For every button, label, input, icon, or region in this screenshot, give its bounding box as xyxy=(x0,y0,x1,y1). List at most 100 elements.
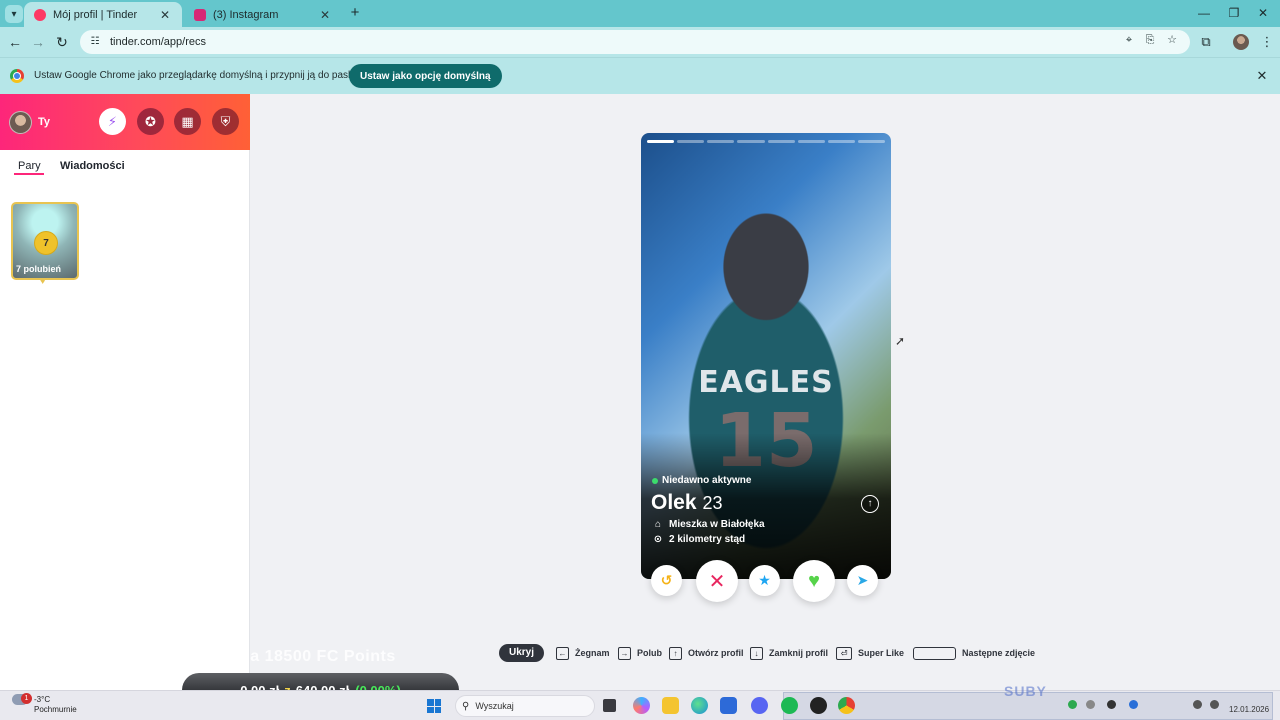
chrome-taskbar-icon[interactable] xyxy=(838,697,855,714)
tab-title: Mój profil | Tinder xyxy=(53,8,138,21)
temperature-text: -3°C xyxy=(34,695,51,704)
profile-card[interactable]: EAGLES 15 Niedawno aktywne Olek 23 ⌂ Mie… xyxy=(641,133,891,579)
likes-card[interactable]: 7 7 polubień xyxy=(11,202,79,280)
task-view-icon[interactable] xyxy=(603,699,616,712)
chrome-logo-icon xyxy=(10,69,24,83)
location-icon[interactable]: ⌖ xyxy=(1121,32,1137,48)
gold-heart-icon: ♥ xyxy=(40,276,46,286)
tab-close-icon[interactable]: ✕ xyxy=(158,8,172,22)
photo-indicator-bar[interactable] xyxy=(647,140,675,143)
profile-name: Olek xyxy=(651,491,697,514)
online-dot-icon xyxy=(652,477,658,484)
back-button[interactable]: ← xyxy=(5,32,25,52)
taskbar-date: 12.01.2026 xyxy=(1229,705,1270,714)
sidebar-header: Ty ⚡ ✪ ▦ ⛨ xyxy=(0,94,250,150)
boost-send-button[interactable]: ➤ xyxy=(847,565,878,596)
super-like-button[interactable]: ★ xyxy=(749,565,780,596)
photo-jersey-text: EAGLES xyxy=(698,365,834,400)
bookmark-star-icon[interactable]: ☆ xyxy=(1164,32,1180,48)
briefcase-icon[interactable]: ▦ xyxy=(174,108,201,135)
profile-avatar[interactable] xyxy=(1233,34,1249,50)
tab-wiadomosci[interactable]: Wiadomości xyxy=(60,160,125,172)
app-icon[interactable] xyxy=(810,697,827,714)
url-text: tinder.com/app/recs xyxy=(110,36,206,48)
active-tab-underline xyxy=(14,173,44,175)
likes-count-badge: 7 xyxy=(34,231,58,255)
hide-hotkeys-button[interactable]: Ukryj xyxy=(499,644,545,662)
lives-in-row: ⌂ Mieszka w Białołęka xyxy=(652,519,765,530)
profile-name-row: Olek 23 xyxy=(651,491,723,515)
user-name[interactable]: Ty xyxy=(38,116,50,128)
photo-indicator-bar[interactable] xyxy=(707,140,735,143)
star-icon: ★ xyxy=(758,572,771,588)
photo-indicator-bar[interactable] xyxy=(827,140,855,143)
sidebar: Ty ⚡ ✪ ▦ ⛨ Pary Wiadomości 7 7 polubień … xyxy=(0,94,250,690)
browser-toolbar: ← → ↻ ☷ tinder.com/app/recs ⌖ ⎘ ☆ ⧉ ⋮ xyxy=(0,27,1280,57)
left-key-icon: ← xyxy=(556,646,569,660)
photo-indicator-bar[interactable] xyxy=(857,140,885,143)
photo-indicator-bar[interactable] xyxy=(797,140,825,143)
site-info-icon[interactable]: ☷ xyxy=(88,35,102,49)
distance-row: ⊙ 2 kilometry stąd xyxy=(652,534,745,545)
shield-icon[interactable]: ⛨ xyxy=(212,108,239,135)
hotkey-super-like: ⏎ Super Like xyxy=(836,645,904,661)
instagram-favicon-icon xyxy=(194,8,206,21)
photo-indicator-bar[interactable] xyxy=(767,140,795,143)
rewind-button[interactable]: ↺ xyxy=(651,565,682,596)
open-profile-button[interactable]: ↑ xyxy=(861,495,879,513)
taskbar-search[interactable]: ⚲ Wyszukaj xyxy=(455,695,595,717)
menu-icon[interactable]: ⋮ xyxy=(1257,32,1277,52)
copilot-icon[interactable] xyxy=(633,697,650,714)
spotify-icon[interactable] xyxy=(781,697,798,714)
reload-button[interactable]: ↻ xyxy=(52,32,72,52)
tab-close-icon[interactable]: ✕ xyxy=(318,8,332,22)
tray-app-icon[interactable] xyxy=(1086,700,1095,709)
x-icon: ✕ xyxy=(708,570,726,593)
hotkey-like: → Polub xyxy=(618,645,662,661)
nope-button[interactable]: ✕ xyxy=(696,560,738,602)
location-pin-icon: ⊙ xyxy=(653,534,663,545)
tray-app-icon[interactable] xyxy=(1107,700,1116,709)
tab-strip: ▾ Mój profil | Tinder ✕ (3) Instagram ✕ … xyxy=(0,0,1280,27)
volume-icon[interactable] xyxy=(1210,700,1219,709)
enter-key-icon: ⏎ xyxy=(836,646,852,660)
new-tab-button[interactable]: + xyxy=(346,4,364,22)
mouse-cursor-icon: ➚ xyxy=(895,334,906,348)
tray-overlay-text: SUBY xyxy=(1004,683,1047,699)
photo-indicator-bar[interactable] xyxy=(677,140,705,143)
space-key-icon xyxy=(913,646,956,660)
activity-status: Niedawno aktywne xyxy=(652,475,751,486)
tab-instagram[interactable]: (3) Instagram ✕ xyxy=(184,2,342,27)
likes-label: 7 polubień xyxy=(16,264,61,274)
hotkey-next-photo: Następne zdjęcie xyxy=(913,645,1035,661)
user-avatar[interactable] xyxy=(9,111,32,134)
explore-icon[interactable]: ✪ xyxy=(137,108,164,135)
like-button[interactable]: ♥ xyxy=(793,560,835,602)
store-icon[interactable] xyxy=(720,697,737,714)
wifi-icon[interactable] xyxy=(1193,700,1202,709)
tab-tinder[interactable]: Mój profil | Tinder ✕ xyxy=(24,2,182,27)
tab-search-button[interactable]: ▾ xyxy=(5,5,23,23)
send-icon: ➤ xyxy=(856,572,869,588)
tray-app-icon[interactable] xyxy=(1068,700,1077,709)
bluetooth-icon[interactable] xyxy=(1129,700,1138,709)
set-default-button[interactable]: Ustaw jako opcję domyślną xyxy=(349,64,502,88)
start-button[interactable] xyxy=(427,699,441,713)
discord-icon[interactable] xyxy=(751,697,768,714)
photo-indicator-bar[interactable] xyxy=(737,140,765,143)
cast-icon[interactable]: ⎘ xyxy=(1142,32,1158,48)
distance-text: 2 kilometry stąd xyxy=(669,534,746,545)
down-key-icon: ↓ xyxy=(750,646,763,660)
infobar-close-icon[interactable]: ✕ xyxy=(1254,68,1270,84)
address-bar[interactable]: ☷ tinder.com/app/recs xyxy=(80,30,1190,54)
close-window-button[interactable]: ✕ xyxy=(1246,4,1280,22)
extensions-icon[interactable]: ⧉ xyxy=(1196,32,1216,52)
infobar-text: Ustaw Google Chrome jako przeglądarkę do… xyxy=(34,70,389,81)
forward-button[interactable]: → xyxy=(28,32,48,52)
minimize-button[interactable]: — xyxy=(1187,4,1221,22)
boost-icon[interactable]: ⚡ xyxy=(99,108,126,135)
activity-status-text: Niedawno aktywne xyxy=(662,475,752,486)
tab-pary[interactable]: Pary xyxy=(18,160,41,172)
file-explorer-icon[interactable] xyxy=(662,697,679,714)
edge-icon[interactable] xyxy=(691,697,708,714)
